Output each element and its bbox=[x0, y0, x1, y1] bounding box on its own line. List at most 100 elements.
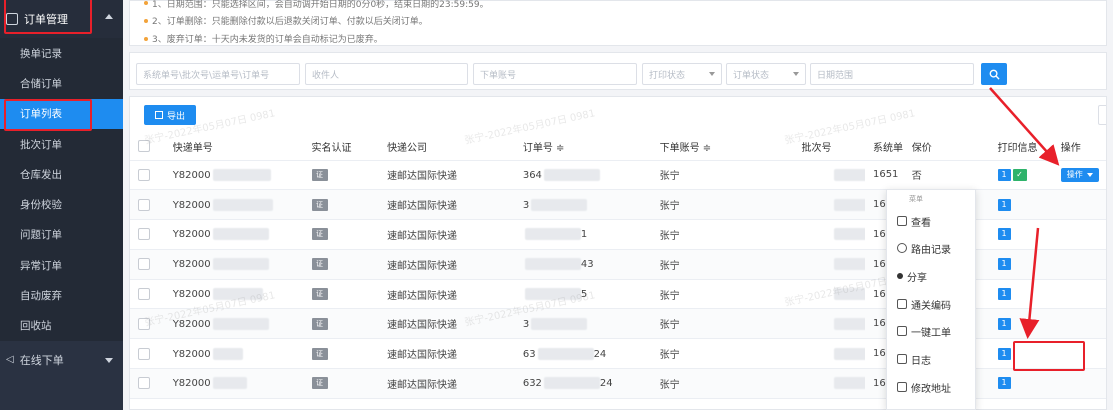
menu-item-label: 查看 bbox=[911, 217, 931, 229]
row-checkbox[interactable] bbox=[138, 228, 150, 241]
row-checkbox[interactable] bbox=[138, 198, 150, 211]
action-button[interactable]: 操作 bbox=[1060, 167, 1099, 182]
menu-item-share[interactable]: 分享 bbox=[897, 266, 927, 286]
row-select-cell[interactable] bbox=[130, 338, 165, 370]
sidebar-item-batch-orders[interactable]: 批次订单 bbox=[0, 129, 123, 159]
table-row: Y82000 证 速邮达国际快递 364 张宁 1651 否 1 ✓ 操作 bbox=[130, 160, 1106, 191]
menu-item-label: 日志 bbox=[911, 355, 931, 367]
order-status-select[interactable]: 订单状态 bbox=[726, 63, 806, 85]
row-checkbox[interactable] bbox=[138, 347, 150, 360]
sidebar-item-exchange-records[interactable]: 换单记录 bbox=[0, 38, 123, 68]
row-checkbox[interactable] bbox=[138, 168, 150, 181]
code-icon bbox=[897, 299, 907, 309]
sidebar: 订单管理 换单记录 合储订单 订单列表 批次订单 仓库发出 身份校验 问题订单 … bbox=[0, 0, 123, 410]
print-status-select[interactable]: 打印状态 bbox=[642, 63, 722, 85]
sidebar-group-online-order[interactable]: ◁ 在线下单 bbox=[0, 341, 123, 379]
sidebar-item-id-verification[interactable]: 身份校验 bbox=[0, 189, 123, 219]
row-select-cell[interactable] bbox=[130, 160, 165, 191]
sidebar-item-order-list[interactable]: 订单列表 bbox=[0, 98, 123, 129]
notice-bullet bbox=[144, 19, 148, 23]
tracking-search-input[interactable]: 系统单号\批次号\运单号\订单号 bbox=[136, 63, 300, 85]
order-number: 3 bbox=[522, 318, 530, 330]
menu-item-log[interactable]: 日志 bbox=[897, 349, 931, 369]
redacted-block bbox=[212, 317, 269, 330]
verify-badge[interactable]: 证 bbox=[311, 317, 328, 330]
sidebar-item-warehouse-dispatch[interactable]: 仓库发出 bbox=[0, 159, 123, 189]
recipient-input[interactable]: 收件人 bbox=[305, 63, 468, 85]
col-order[interactable]: 订单号 ≑ bbox=[514, 133, 652, 161]
notice-panel: 1、日期范围：只能选择区间，会自动调开始日期的0分0秒，结束日期的23:59:5… bbox=[129, 0, 1107, 46]
notice-line-2: 2、订单删除：只能删除付款以后退款关闭订单、付款以后关闭订单。 bbox=[152, 17, 428, 27]
redacted-block bbox=[524, 228, 581, 241]
order-cell: 1 bbox=[514, 219, 652, 250]
select-all-checkbox[interactable] bbox=[138, 140, 150, 153]
row-checkbox[interactable] bbox=[138, 258, 150, 271]
sidebar-item-auto-discard[interactable]: 自动废弃 bbox=[0, 280, 123, 310]
row-select-cell[interactable] bbox=[130, 249, 165, 280]
action-cell bbox=[1052, 189, 1106, 221]
verify-badge[interactable]: 证 bbox=[311, 258, 328, 271]
action-cell bbox=[1052, 308, 1106, 340]
date-range-input[interactable]: 日期范围 bbox=[810, 63, 974, 85]
menu-item-view[interactable]: 查看 bbox=[897, 211, 931, 231]
batch-cell bbox=[793, 279, 865, 310]
action-cell bbox=[1052, 338, 1106, 370]
share-icon bbox=[897, 273, 903, 279]
batch-cell bbox=[793, 308, 865, 340]
menu-item-one-click-ticket[interactable]: 一键工单 bbox=[897, 321, 951, 341]
redacted-block bbox=[543, 168, 600, 181]
row-select-cell[interactable] bbox=[130, 189, 165, 221]
action-cell bbox=[1052, 249, 1106, 280]
verify-badge[interactable]: 证 bbox=[311, 347, 328, 360]
row-select-cell[interactable] bbox=[130, 368, 165, 399]
column-settings-button[interactable] bbox=[1098, 105, 1106, 125]
row-checkbox[interactable] bbox=[138, 288, 150, 301]
filter-bar: 系统单号\批次号\运单号\订单号 收件人 下单账号 打印状态 订单状态 日期范围 bbox=[129, 52, 1107, 90]
col-tracking: 快递单号 bbox=[164, 133, 304, 161]
sidebar-item-problem-orders[interactable]: 问题订单 bbox=[0, 220, 123, 250]
chevron-down-icon bbox=[105, 357, 113, 363]
verify-badge[interactable]: 证 bbox=[311, 377, 328, 390]
sidebar-item-combined-orders[interactable]: 合储订单 bbox=[0, 68, 123, 98]
row-checkbox[interactable] bbox=[138, 377, 150, 390]
menu-item-edit-address[interactable]: 修改地址 bbox=[897, 377, 951, 397]
redacted-block bbox=[524, 288, 581, 301]
company-cell: 速邮达国际快递 bbox=[379, 189, 515, 221]
sidebar-group-order-management[interactable]: 订单管理 bbox=[0, 0, 123, 38]
verify-cell: 证 bbox=[303, 189, 380, 221]
menu-item-customs-code[interactable]: 通关编码 bbox=[897, 294, 951, 314]
order-account-input[interactable]: 下单账号 bbox=[473, 63, 637, 85]
verify-badge[interactable]: 证 bbox=[311, 198, 328, 211]
print-count-badge: 1 bbox=[997, 347, 1011, 360]
row-select-cell[interactable] bbox=[130, 279, 165, 310]
row-select-cell[interactable] bbox=[130, 308, 165, 340]
menu-item-route-records[interactable]: 路由记录 bbox=[897, 238, 951, 258]
redacted-block bbox=[212, 258, 269, 271]
batch-cell bbox=[793, 219, 865, 250]
redacted-block bbox=[537, 347, 594, 360]
row-checkbox[interactable] bbox=[138, 317, 150, 330]
row-select-cell[interactable] bbox=[130, 219, 165, 250]
col-account[interactable]: 下单账号 ≑ bbox=[651, 133, 794, 161]
dropdown-header: 菜单 bbox=[909, 195, 923, 203]
redacted-block bbox=[212, 288, 263, 301]
print-cell: 1 bbox=[989, 368, 1053, 399]
col-action: 操作 bbox=[1052, 133, 1106, 161]
print-cell: 1 ✓ bbox=[989, 160, 1053, 191]
verify-badge[interactable]: 证 bbox=[311, 288, 328, 301]
print-count-badge: 1 bbox=[997, 288, 1011, 301]
action-cell bbox=[1052, 219, 1106, 250]
print-cell: 1 bbox=[989, 279, 1053, 310]
sidebar-item-recycle-bin[interactable]: 回收站 bbox=[0, 311, 123, 341]
edit-address-icon bbox=[897, 382, 907, 392]
search-button[interactable] bbox=[981, 63, 1007, 85]
order-cell: 63 24 bbox=[514, 338, 652, 370]
sidebar-item-abnormal-orders[interactable]: 异常订单 bbox=[0, 250, 123, 280]
col-batch: 批次号 bbox=[793, 133, 865, 161]
verify-badge[interactable]: 证 bbox=[311, 228, 328, 241]
tracking-cell: Y82000 bbox=[164, 279, 304, 310]
select-all-cell[interactable] bbox=[130, 133, 165, 161]
verify-badge[interactable]: 证 bbox=[311, 168, 328, 181]
export-button[interactable]: 导出 bbox=[144, 105, 196, 125]
tracking-number: Y82000 bbox=[172, 259, 211, 271]
